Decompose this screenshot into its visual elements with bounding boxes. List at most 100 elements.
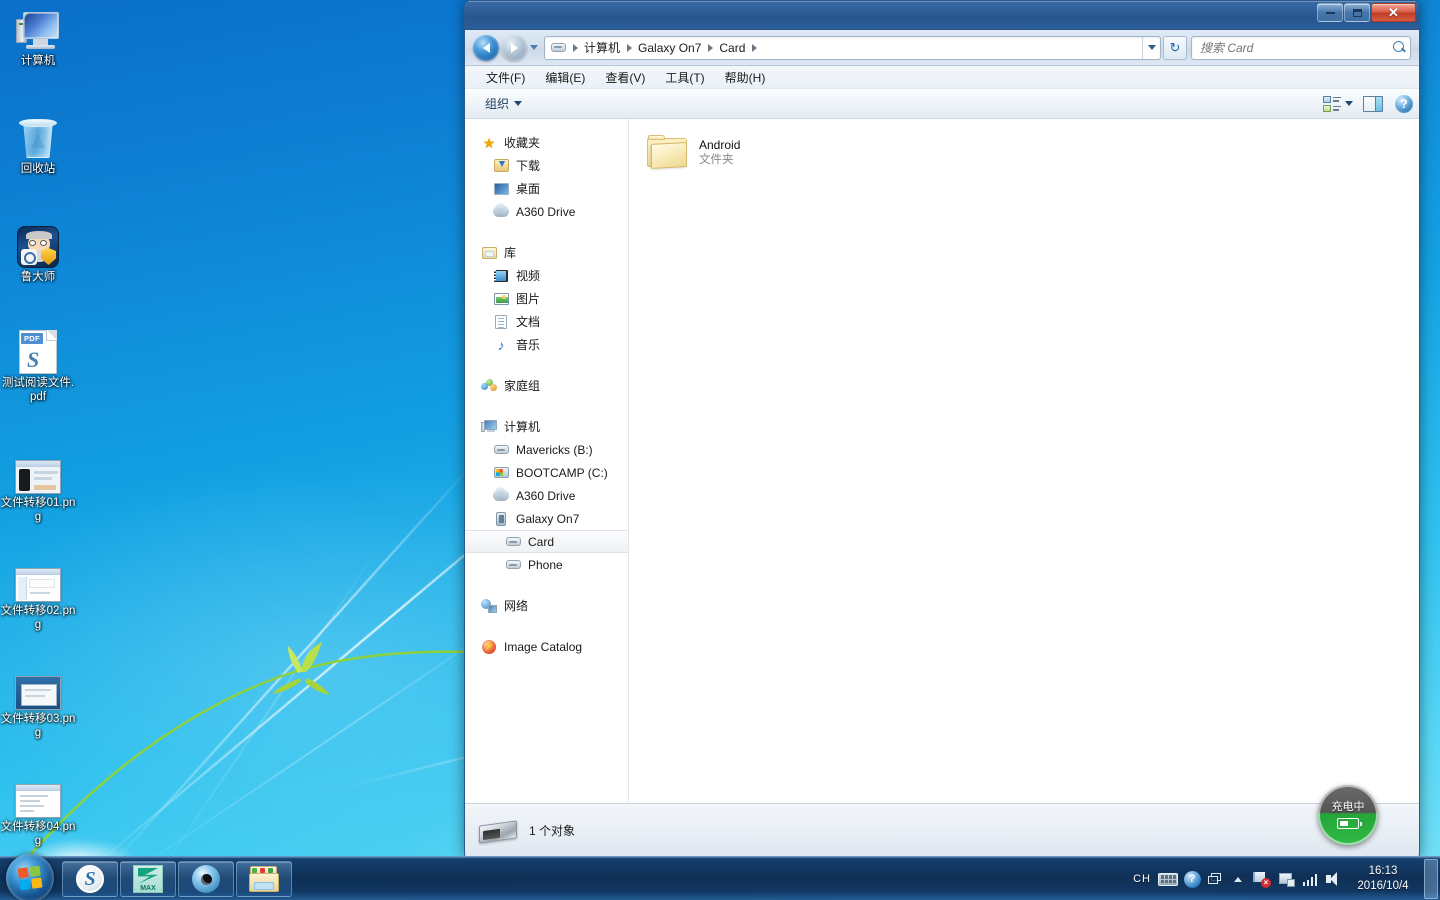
phone-device-icon bbox=[493, 511, 509, 527]
sidebar-item-a360-drive-fav[interactable]: A360 Drive bbox=[465, 200, 628, 223]
clock[interactable]: 16:13 2016/10/4 bbox=[1346, 864, 1420, 894]
back-button[interactable] bbox=[473, 34, 499, 61]
sidebar-item-a360-drive[interactable]: A360 Drive bbox=[465, 484, 628, 507]
help-icon[interactable]: ? bbox=[1395, 94, 1413, 113]
address-bar[interactable]: 计算机 Galaxy On7 Card bbox=[544, 35, 1161, 60]
menu-edit[interactable]: 编辑(E) bbox=[538, 67, 592, 88]
window-body: ★ 收藏夹 下载 桌面 A360 Drive 库 视频 图片 文档 ♪ 音乐 家… bbox=[465, 119, 1419, 803]
view-dropdown-icon[interactable] bbox=[1345, 101, 1353, 106]
preview-pane-icon[interactable] bbox=[1363, 95, 1383, 112]
sidebar-item-pictures[interactable]: 图片 bbox=[465, 287, 628, 310]
sidebar-item-image-catalog[interactable]: ⚡ Image Catalog bbox=[465, 635, 628, 658]
desktop-icon-computer[interactable]: 计算机 bbox=[0, 6, 76, 69]
taskbar-button-sogou[interactable]: S bbox=[62, 861, 118, 897]
forward-button[interactable] bbox=[501, 34, 527, 61]
search-box[interactable] bbox=[1191, 35, 1411, 60]
sidebar-item-documents[interactable]: 文档 bbox=[465, 310, 628, 333]
file-item-android[interactable]: Android 文件夹 bbox=[641, 131, 851, 173]
cloud-drive-icon bbox=[493, 487, 509, 504]
sidebar-item-label: 桌面 bbox=[516, 182, 541, 196]
sidebar-item-music[interactable]: ♪ 音乐 bbox=[465, 333, 628, 356]
breadcrumb-card[interactable]: Card bbox=[717, 37, 747, 59]
png-image-icon bbox=[0, 448, 76, 494]
maximize-button[interactable] bbox=[1344, 3, 1370, 22]
tray-window-button[interactable] bbox=[1204, 857, 1226, 900]
sidebar-item-label: Card bbox=[528, 534, 555, 549]
tray-keyboard-button[interactable] bbox=[1156, 857, 1180, 900]
sidebar-item-label: 视频 bbox=[516, 269, 541, 283]
window-titlebar[interactable]: ✕ bbox=[465, 1, 1419, 30]
sidebar-item-label: A360 Drive bbox=[516, 204, 576, 219]
desktop-icon-pdf[interactable]: PDF S 测试阅读文件.pdf bbox=[0, 326, 76, 404]
sidebar-item-downloads[interactable]: 下载 bbox=[465, 154, 628, 177]
close-button[interactable]: ✕ bbox=[1371, 3, 1416, 22]
menu-file[interactable]: 文件(F) bbox=[479, 67, 532, 88]
nav-group-favorites: ★ 收藏夹 下载 桌面 A360 Drive bbox=[465, 131, 628, 223]
desktop-icon-png-02[interactable]: 文件转移02.png bbox=[0, 556, 76, 632]
sidebar-item-card[interactable]: Card bbox=[465, 530, 628, 553]
desktop-icon-png-03[interactable]: 文件转移03.png bbox=[0, 664, 76, 740]
taskbar-button-file-explorer[interactable] bbox=[236, 861, 292, 897]
battery-charging-widget[interactable]: 充电中 bbox=[1318, 785, 1378, 845]
file-type: 文件夹 bbox=[699, 154, 734, 166]
address-toolbar: 计算机 Galaxy On7 Card ↻ bbox=[465, 30, 1419, 66]
file-grid: Android 文件夹 bbox=[629, 119, 1419, 173]
sidebar-item-desktop[interactable]: 桌面 bbox=[465, 177, 628, 200]
refresh-button[interactable]: ↻ bbox=[1163, 35, 1187, 60]
recycle-bin-icon bbox=[0, 114, 76, 160]
tray-help-button[interactable]: ? bbox=[1180, 857, 1204, 900]
details-pane: 1 个对象 bbox=[465, 803, 1419, 857]
navigation-pane[interactable]: ★ 收藏夹 下载 桌面 A360 Drive 库 视频 图片 文档 ♪ 音乐 家… bbox=[465, 119, 629, 803]
sidebar-item-label: 下载 bbox=[516, 159, 541, 173]
show-desktop-button[interactable] bbox=[1424, 859, 1438, 899]
menu-help[interactable]: 帮助(H) bbox=[718, 67, 773, 88]
search-input[interactable] bbox=[1200, 40, 1393, 55]
pdf-file-icon: PDF S bbox=[0, 326, 76, 374]
taskbar[interactable]: S MAX CH ? × 16:13 2016/10/4 bbox=[0, 854, 1440, 900]
taskbar-button-media-player[interactable] bbox=[178, 861, 234, 897]
address-dropdown-button[interactable] bbox=[1142, 36, 1160, 59]
menu-tools[interactable]: 工具(T) bbox=[658, 67, 711, 88]
nav-group-homegroup: 家庭组 bbox=[465, 374, 628, 397]
sidebar-item-phone[interactable]: Phone bbox=[465, 553, 628, 576]
status-text: 1 个对象 bbox=[529, 824, 576, 838]
nav-group-spacer bbox=[465, 227, 628, 241]
file-list-pane[interactable]: Android 文件夹 bbox=[629, 119, 1419, 803]
tray-volume-button[interactable] bbox=[1322, 857, 1346, 900]
desktop-icon-ludashi[interactable]: 鲁大师 bbox=[0, 222, 76, 285]
start-button[interactable] bbox=[6, 854, 54, 900]
picture-icon bbox=[493, 291, 509, 307]
tray-network-button[interactable] bbox=[1274, 857, 1298, 900]
clock-time: 16:13 bbox=[1368, 865, 1398, 877]
taskbar-button-3ds-max[interactable]: MAX bbox=[120, 861, 176, 897]
menu-view[interactable]: 查看(V) bbox=[598, 67, 652, 88]
breadcrumb-galaxy-on7[interactable]: Galaxy On7 bbox=[636, 37, 703, 59]
organize-button[interactable]: 组织 bbox=[477, 92, 530, 115]
tray-action-center-button[interactable]: × bbox=[1250, 857, 1274, 900]
sidebar-item-videos[interactable]: 视频 bbox=[465, 264, 628, 287]
desktop-icon-recycle-bin[interactable]: 回收站 bbox=[0, 114, 76, 177]
explorer-window[interactable]: ✕ 计算机 Galaxy On7 Card ↻ 搜索 Card 文件(F) 编辑… bbox=[464, 0, 1420, 858]
sidebar-item-homegroup[interactable]: 家庭组 bbox=[465, 374, 628, 397]
png-image-icon bbox=[0, 772, 76, 818]
tray-overflow-button[interactable] bbox=[1226, 857, 1250, 900]
change-view-icon[interactable] bbox=[1323, 95, 1341, 112]
sidebar-item-favorites[interactable]: ★ 收藏夹 bbox=[465, 131, 628, 154]
tray-ime-indicator[interactable]: CH bbox=[1128, 857, 1156, 900]
desktop-icon-label: 计算机 bbox=[20, 55, 56, 67]
desktop[interactable]: 计算机 回收站 鲁大师 PDFS 测试阅读文件.pdf 文件转移01.png bbox=[0, 0, 1440, 900]
tray-signal-button[interactable] bbox=[1298, 857, 1322, 900]
minimize-button[interactable] bbox=[1317, 3, 1343, 22]
sidebar-item-bootcamp-c[interactable]: BOOTCAMP (C:) bbox=[465, 461, 628, 484]
desktop-icon-png-01[interactable]: 文件转移01.png bbox=[0, 448, 76, 524]
sidebar-item-libraries[interactable]: 库 bbox=[465, 241, 628, 264]
breadcrumb-computer[interactable]: 计算机 bbox=[582, 37, 622, 59]
sidebar-item-network[interactable]: 网络 bbox=[465, 594, 628, 617]
sidebar-item-label: 文档 bbox=[516, 315, 541, 329]
sidebar-item-computer[interactable]: 计算机 bbox=[465, 415, 628, 438]
sidebar-item-mavericks-b[interactable]: Mavericks (B:) bbox=[465, 438, 628, 461]
breadcrumb-separator-icon bbox=[747, 44, 761, 52]
sidebar-item-galaxy-on7[interactable]: Galaxy On7 bbox=[465, 507, 628, 530]
desktop-icon-png-04[interactable]: 文件转移04.png bbox=[0, 772, 76, 848]
recent-pages-dropdown[interactable] bbox=[527, 45, 541, 50]
